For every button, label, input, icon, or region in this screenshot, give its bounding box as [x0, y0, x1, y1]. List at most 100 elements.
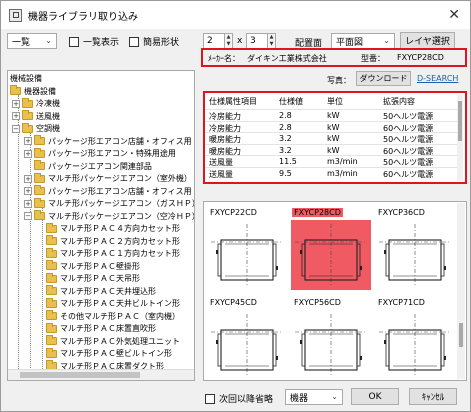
cols-input[interactable]: 3 [246, 33, 268, 49]
table-cell: 3.2 [279, 145, 292, 155]
expand-icon[interactable]: + [24, 174, 32, 183]
tree-item-label: パッケージ形エアコン店舗・オフィス用（空冷 [48, 136, 194, 146]
row-divider [205, 132, 459, 133]
folder-icon [34, 210, 45, 220]
tree-item[interactable]: + パッケージ形エアコン店舗・オフィス用（空冷 [24, 135, 194, 147]
scrollbar-thumb[interactable] [20, 372, 140, 378]
tree-item[interactable]: マルチ形ＰＡＣ天井ビルトイン形 [36, 297, 180, 309]
tree-item[interactable]: + 送風機 [12, 110, 60, 122]
tree-item[interactable]: 機器設備 [10, 85, 56, 97]
d-search-link[interactable]: D-SEARCH [417, 74, 458, 83]
expand-icon[interactable]: + [12, 112, 20, 120]
gallery-item[interactable]: FXYCP28CD [290, 206, 372, 291]
model-label: 型番： [361, 54, 385, 63]
tree-item[interactable]: マルチ形ＰＡＣ壁掛形 [36, 260, 140, 272]
skip-next-checkbox[interactable]: 次回以降省略 [205, 392, 273, 405]
maker-value: ダイキン工業株式会社 [247, 54, 327, 63]
tree-item[interactable]: マルチ形ＰＡＣ床置直吹形 [36, 322, 156, 334]
row-divider [205, 155, 459, 156]
layer-select-button[interactable]: レイヤ選択 [400, 32, 455, 49]
tree-item[interactable]: その他マルチ形ＰＡＣ（室内機） [36, 310, 180, 322]
folder-icon [34, 172, 45, 183]
rows-spinner[interactable]: ▲ ▼ [224, 33, 233, 49]
unit-outline-icon [295, 224, 367, 286]
expand-icon[interactable]: + [12, 99, 20, 108]
table-header: 単位 [327, 97, 343, 106]
category-select-value: 一覧 [12, 37, 31, 48]
rows-input[interactable]: 2 [203, 33, 225, 49]
gallery-item-label: FXYCP28CD [292, 208, 343, 217]
checkbox-box[interactable] [69, 36, 79, 47]
tree-item[interactable]: マルチ形ＰＡＣ天吊形 [36, 272, 140, 284]
tree-item-label: マルチ形ＰＡＣ壁ビルトイン形 [60, 349, 172, 358]
row-divider [205, 166, 459, 168]
table-cell: kW [327, 122, 340, 132]
tree-item-label: マルチ形ＰＡＣ４方向カセット形 [60, 224, 180, 233]
equipment-select[interactable]: 機器 ⌄ [285, 389, 343, 405]
gallery-item[interactable]: FXYCP36CD [374, 206, 456, 291]
gallery-item[interactable]: FXYCP71CD [374, 296, 456, 380]
tree-item[interactable]: マルチ形ＰＡＣ外気処理ユニット [36, 335, 180, 347]
model-gallery[interactable]: FXYCP22CD FXYCP28CD FXYCP36CD FXYCP45CD FXYC… [203, 201, 467, 381]
download-button[interactable]: ダウンロード [356, 71, 411, 86]
table-cell: 9.5 [279, 168, 292, 178]
expand-icon[interactable]: + [24, 199, 32, 208]
tree-item[interactable]: − マルチ形パッケージエアコン（空冷ＨＰ） [24, 210, 194, 222]
folder-icon [46, 272, 57, 283]
row-divider [205, 109, 459, 110]
tree-item-label: パッケージ形エアコン・特殊用途用 [48, 149, 176, 158]
gallery-item[interactable]: FXYCP45CD [206, 296, 288, 380]
placement-select[interactable]: 平面図 ⌄ [331, 33, 395, 49]
folder-icon [46, 222, 57, 233]
tree-item[interactable]: + 冷凍機 [12, 97, 60, 109]
list-view-checkbox[interactable]: 一覧表示 [69, 35, 119, 48]
expand-icon[interactable]: + [24, 187, 32, 195]
unit-drawing [375, 220, 455, 290]
folder-icon [46, 347, 57, 358]
tree-item[interactable]: マルチ形ＰＡＣ天井埋込形 [36, 285, 156, 297]
tree-item[interactable]: + パッケージ形エアコン店舗・オフィス用（水冷 [24, 185, 194, 197]
gallery-item[interactable]: FXYCP56CD [290, 296, 372, 380]
tree-item[interactable]: パッケージエアコン関連部品 [24, 160, 152, 172]
tree-horizontal-scrollbar[interactable] [8, 369, 194, 380]
gallery-item[interactable]: FXYCP22CD [206, 206, 288, 291]
scrollbar-thumb[interactable] [458, 101, 462, 141]
close-icon[interactable]: ✕ [448, 7, 460, 23]
spec-table: 仕様属性項目 仕様値 単位 拡張内容 冷房能力 2.8 kW 50ヘルツ電源 冷房能力 2… [203, 91, 467, 184]
gallery-vertical-scrollbar[interactable] [457, 203, 465, 379]
checkbox-box[interactable] [129, 36, 139, 47]
expand-icon[interactable]: + [24, 137, 32, 145]
category-select[interactable]: 一覧 ⌄ [7, 33, 57, 49]
tree-item[interactable]: + マルチ形パッケージエアコン（ガスＨＰ） [24, 197, 194, 209]
simple-shape-checkbox[interactable]: 簡易形状 [129, 35, 179, 48]
simple-shape-label: 簡易形状 [143, 38, 180, 48]
tree-item[interactable]: 機械設備 [10, 73, 42, 84]
tree-item[interactable]: マルチ形ＰＡＣ２方向カセット形 [36, 235, 180, 247]
checkbox-box[interactable] [205, 393, 215, 404]
ok-button[interactable]: OK [351, 388, 399, 405]
expand-icon[interactable]: + [24, 149, 32, 158]
folder-icon [46, 297, 57, 308]
tree-item-label: マルチ形ＰＡＣ天井埋込形 [60, 286, 156, 296]
tree-item[interactable]: マルチ形ＰＡＣ４方向カセット形 [36, 222, 180, 234]
tree-item-label: 空調機 [36, 124, 60, 133]
cancel-button[interactable]: ｷｬﾝｾﾙ [409, 388, 457, 405]
folder-icon [46, 260, 57, 270]
tree-item[interactable]: + マルチ形パッケージエアコン（室外機） [24, 172, 192, 184]
gallery-item-label: FXYCP45CD [210, 298, 257, 307]
table-cell: 送風量 [209, 169, 233, 179]
table-cell: kW [327, 111, 340, 120]
tree-item[interactable]: マルチ形ＰＡＣ壁ビルトイン形 [36, 347, 172, 359]
collapse-icon[interactable]: − [12, 124, 20, 133]
unit-outline-icon [379, 224, 451, 286]
tree-item[interactable]: + パッケージ形エアコン・特殊用途用 [24, 147, 176, 159]
folder-icon [22, 97, 33, 108]
tree-item-label: マルチ形ＰＡＣ天吊形 [60, 274, 140, 283]
cols-spinner[interactable]: ▲ ▼ [267, 33, 276, 49]
tree-item[interactable]: − 空調機 [12, 122, 60, 134]
scrollbar-thumb[interactable] [459, 323, 463, 347]
collapse-icon[interactable]: − [24, 212, 32, 220]
category-tree[interactable]: 機械設備機器設備 + 冷凍機 + 送風機 − 空調機 + パッケージ形エアコン店舗・オフィス用（… [7, 70, 195, 381]
table-vertical-scrollbar[interactable] [457, 95, 463, 181]
tree-item[interactable]: マルチ形ＰＡＣ１方向カセット形 [36, 247, 180, 259]
